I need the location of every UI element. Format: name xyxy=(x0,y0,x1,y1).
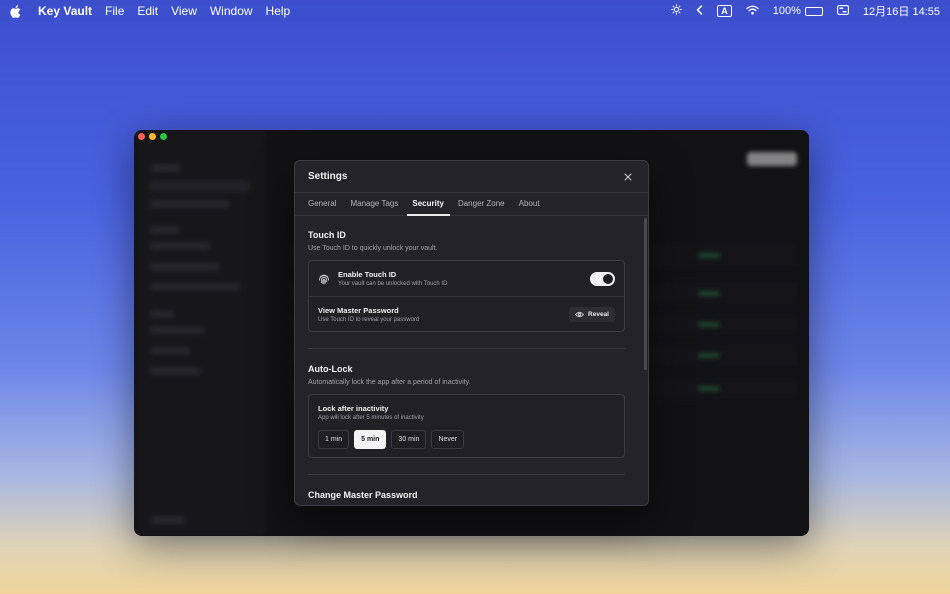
auto-lock-description: Automatically lock the app after a perio… xyxy=(308,379,471,386)
lock-timeout-options: 1 min 5 min 30 min Never xyxy=(318,430,615,449)
enable-touch-id-toggle[interactable] xyxy=(590,271,615,286)
dialog-title: Settings xyxy=(308,171,348,182)
enable-touch-id-text: Enable Touch ID Your vault can be unlock… xyxy=(338,270,447,287)
tab-security[interactable]: Security xyxy=(407,199,450,216)
touch-id-description: Use Touch ID to quickly unlock your vaul… xyxy=(308,245,438,252)
enable-touch-id-row: Enable Touch ID Your vault can be unlock… xyxy=(309,261,624,296)
menubar: Key Vault File Edit View Window Help A 1… xyxy=(0,0,950,22)
apple-icon[interactable] xyxy=(10,4,22,18)
auto-lock-card: Lock after inactivity App will lock afte… xyxy=(308,394,625,458)
change-master-password-heading: Change Master Password xyxy=(308,490,418,500)
settings-dialog: Settings General Manage Tags Security Da… xyxy=(294,160,649,506)
menu-view[interactable]: View xyxy=(171,4,197,18)
input-source-indicator[interactable]: A xyxy=(717,5,732,17)
close-icon xyxy=(624,172,632,181)
battery-percent: 100% xyxy=(772,5,801,17)
menu-help[interactable]: Help xyxy=(266,4,291,18)
menu-window[interactable]: Window xyxy=(210,4,253,18)
touch-id-heading: Touch ID xyxy=(308,230,346,240)
section-divider xyxy=(308,348,625,349)
minimize-window-button[interactable] xyxy=(149,133,156,140)
fingerprint-icon xyxy=(318,273,330,285)
security-panel: Touch ID Use Touch ID to quickly unlock … xyxy=(295,217,641,505)
dialog-scrollbar[interactable] xyxy=(644,218,647,370)
view-master-password-text: View Master Password Use Touch ID to rev… xyxy=(318,306,419,323)
touch-id-card: Enable Touch ID Your vault can be unlock… xyxy=(308,260,625,332)
wifi-icon[interactable] xyxy=(746,5,759,18)
window-controls xyxy=(138,133,167,140)
lock-after-inactivity-sub: App will lock after 5 minutes of inactiv… xyxy=(318,415,424,421)
auto-lock-heading: Auto-Lock xyxy=(308,364,353,374)
reveal-button-label: Reveal xyxy=(588,310,609,318)
zoom-window-button[interactable] xyxy=(160,133,167,140)
battery-icon xyxy=(804,6,823,16)
brightness-icon[interactable] xyxy=(671,4,683,18)
view-master-password-sub: Use Touch ID to reveal your password xyxy=(318,316,420,323)
lock-after-inactivity-label: Lock after inactivity xyxy=(318,404,389,413)
menubar-clock[interactable]: 12月16日 14:55 xyxy=(863,3,940,19)
settings-tabs: General Manage Tags Security Danger Zone… xyxy=(295,193,648,216)
tab-danger-zone[interactable]: Danger Zone xyxy=(458,199,505,215)
lock-option-30-min[interactable]: 30 min xyxy=(391,430,427,449)
control-center-icon[interactable] xyxy=(836,4,849,18)
eye-icon xyxy=(575,311,584,317)
tab-manage-tags[interactable]: Manage Tags xyxy=(350,199,398,215)
lock-option-5-min[interactable]: 5 min xyxy=(354,430,387,449)
close-dialog-button[interactable] xyxy=(621,170,635,184)
chevron-left-icon[interactable] xyxy=(696,4,703,18)
tab-general[interactable]: General xyxy=(308,199,336,215)
menu-app-name[interactable]: Key Vault xyxy=(38,4,92,18)
toggle-knob xyxy=(603,273,613,284)
lock-option-1-min[interactable]: 1 min xyxy=(318,430,350,449)
section-divider xyxy=(308,474,625,475)
tab-about[interactable]: About xyxy=(519,199,540,215)
enable-touch-id-label: Enable Touch ID xyxy=(338,270,397,279)
menu-edit[interactable]: Edit xyxy=(137,4,158,18)
dialog-header: Settings xyxy=(295,161,648,193)
menu-file[interactable]: File xyxy=(105,4,124,18)
view-master-password-label: View Master Password xyxy=(318,305,399,315)
lock-option-never[interactable]: Never xyxy=(431,430,465,449)
battery-status[interactable]: 100% xyxy=(773,5,823,17)
menubar-status-area: A 100% 12月16日 14:55 xyxy=(671,3,940,19)
view-master-password-row: View Master Password Use Touch ID to rev… xyxy=(309,296,624,331)
close-window-button[interactable] xyxy=(138,133,145,140)
reveal-button[interactable]: Reveal xyxy=(569,306,615,322)
enable-touch-id-sub: Your vault can be unlocked with Touch ID xyxy=(338,281,448,287)
